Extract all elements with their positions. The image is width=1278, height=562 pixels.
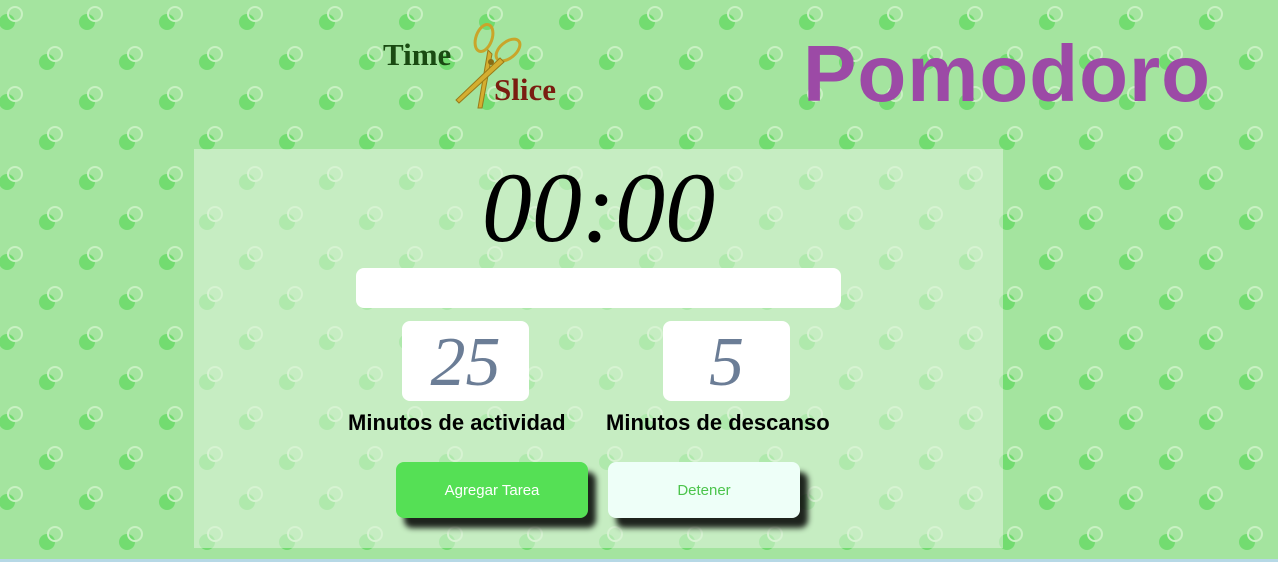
progress-bar (356, 268, 841, 308)
break-minutes-label: Minutos de descanso (606, 410, 830, 435)
app-logo: Time Slice (380, 20, 580, 110)
page-title: Pomodoro (803, 29, 1211, 118)
logo-text-slice: Slice (494, 72, 556, 107)
work-minutes-value[interactable]: 25 (402, 321, 529, 401)
add-task-button[interactable]: Agregar Tarea (396, 462, 588, 518)
work-minutes-label: Minutos de actividad (348, 410, 566, 435)
break-minutes-value[interactable]: 5 (663, 321, 790, 401)
logo-text-time: Time (383, 37, 452, 72)
stop-button[interactable]: Detener (608, 462, 800, 518)
timer-display: 00:00 (481, 152, 716, 263)
